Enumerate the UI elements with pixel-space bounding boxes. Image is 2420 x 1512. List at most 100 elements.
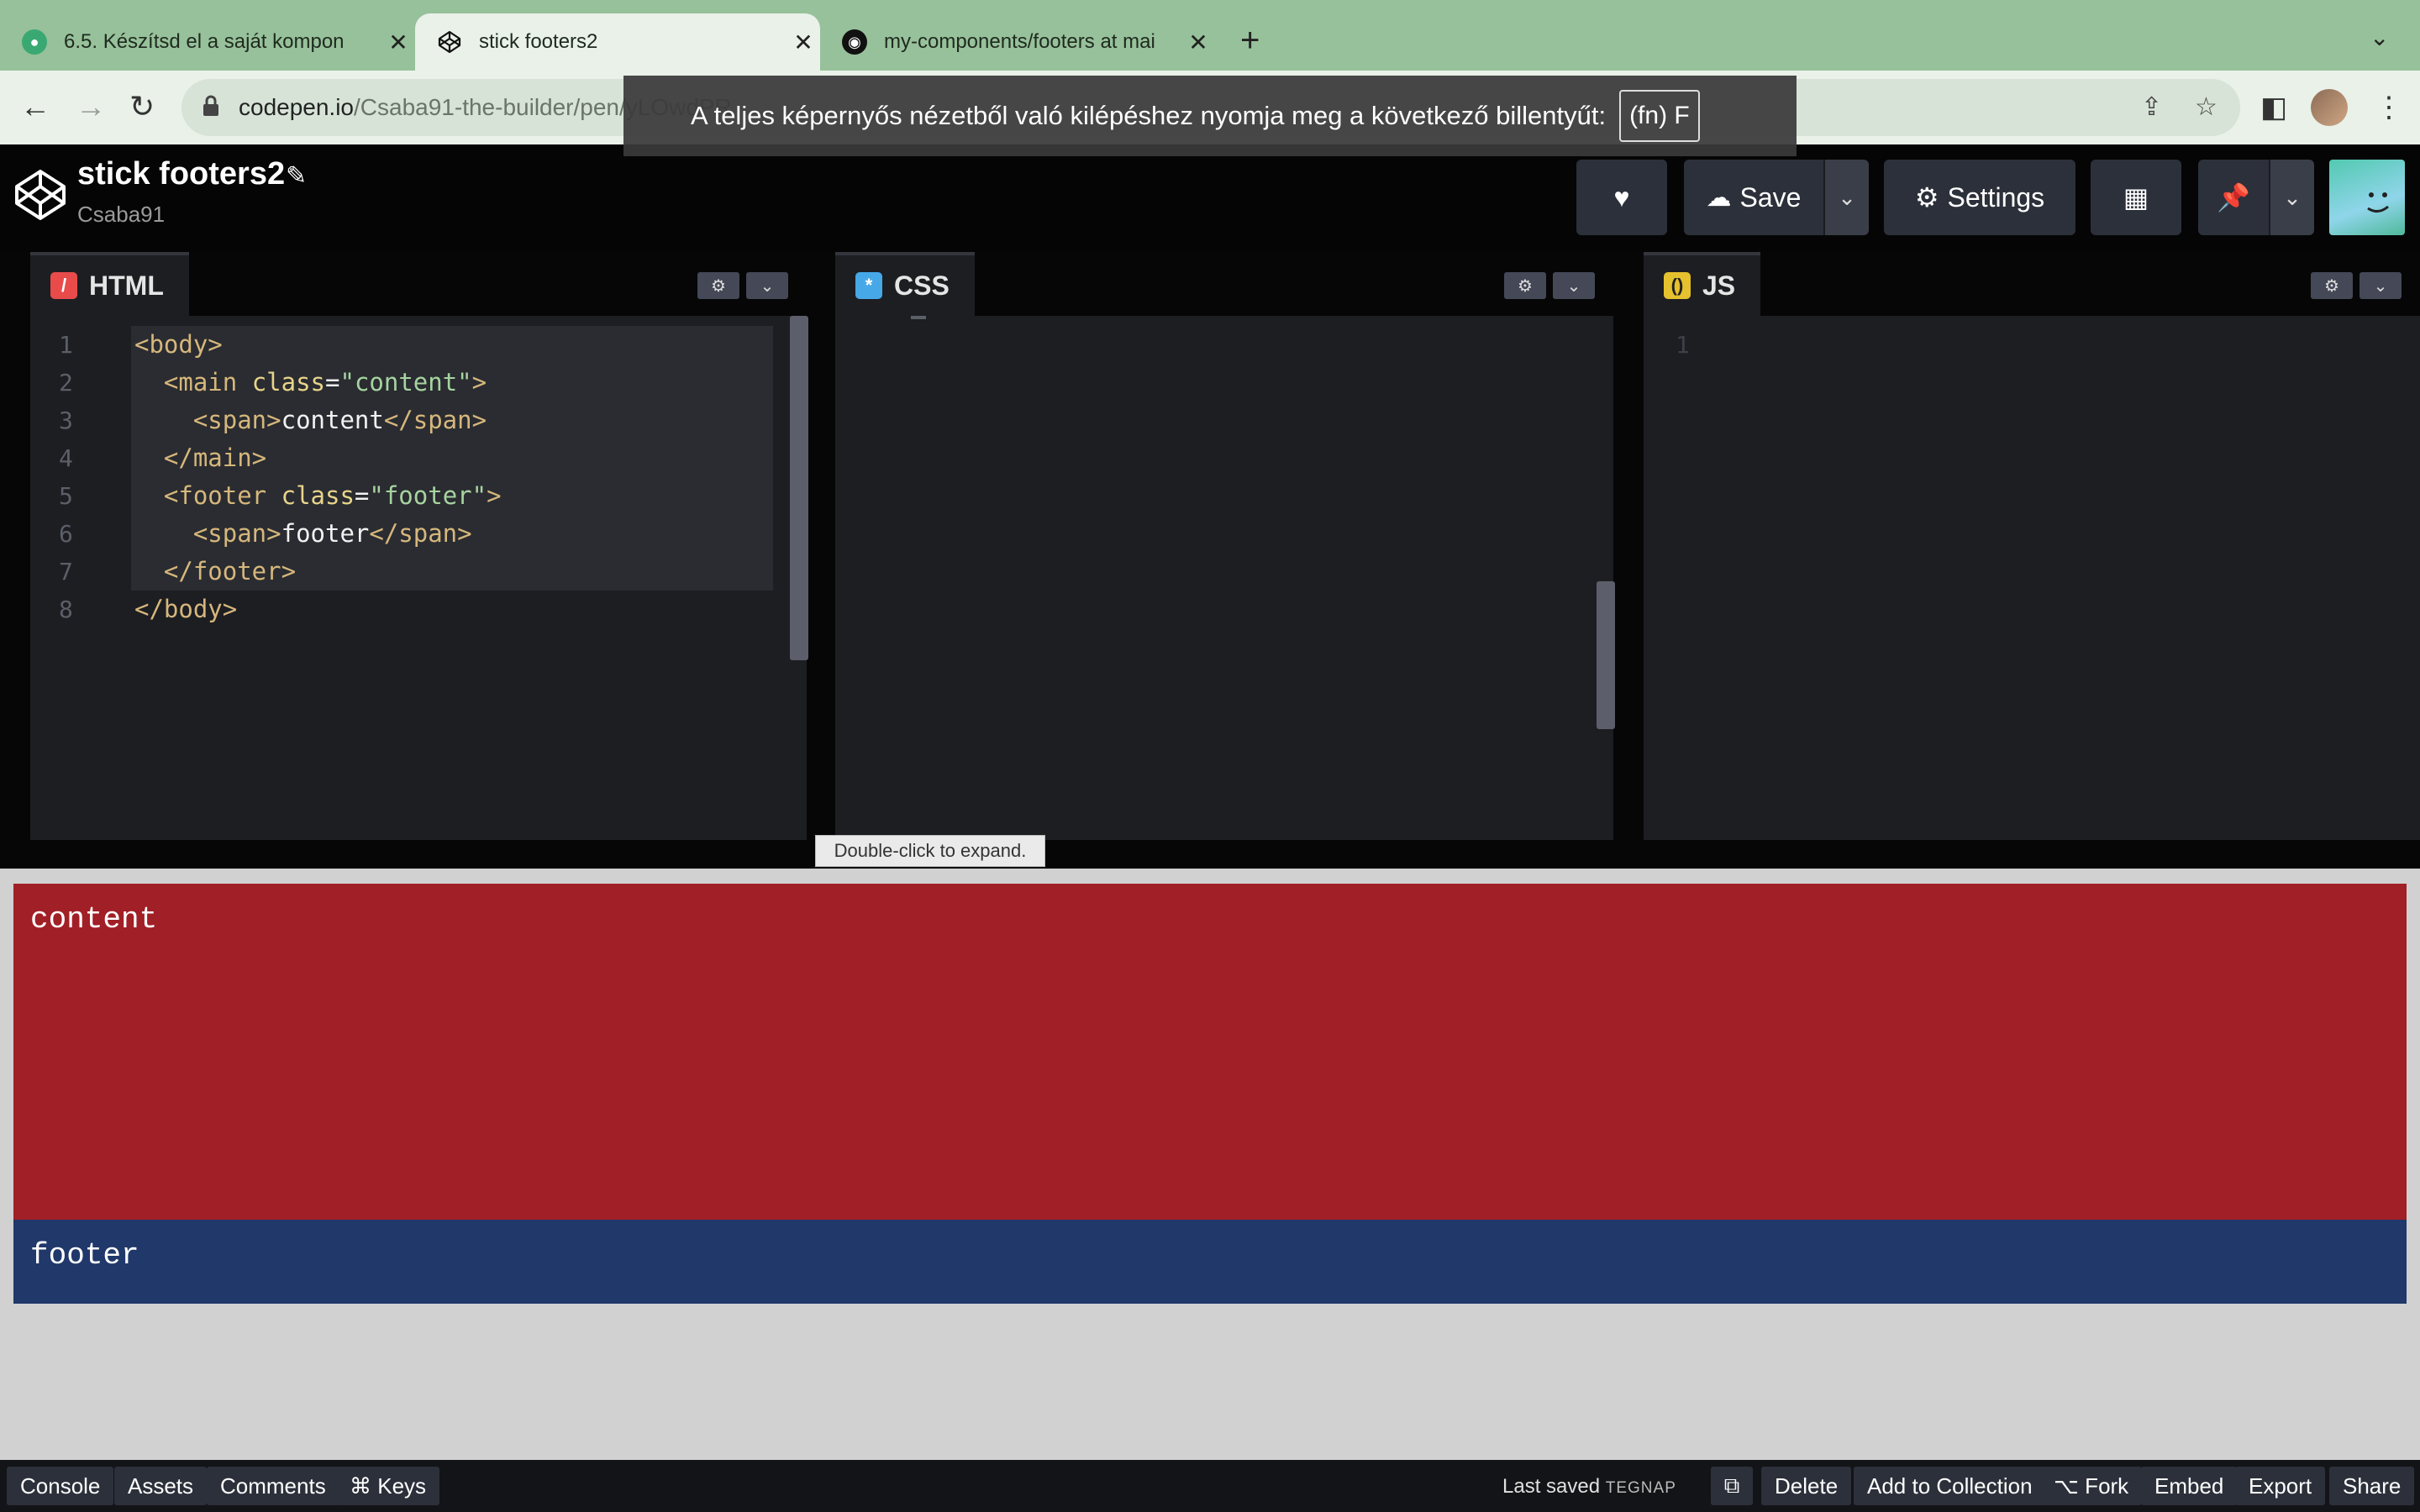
preview-resize-handle[interactable]: [0, 840, 2420, 869]
css-collapse-chevron-icon[interactable]: ⌄: [1553, 272, 1595, 299]
pin-options-chevron-icon[interactable]: ⌄: [2269, 160, 2314, 235]
embed-button[interactable]: Embed: [2141, 1467, 2238, 1505]
css-asterisk-icon: *: [855, 272, 882, 299]
user-avatar[interactable]: [2329, 160, 2405, 235]
fullscreen-exit-notice: A teljes képernyős nézetből való kilépés…: [623, 76, 1797, 156]
back-arrow-icon[interactable]: ←: [20, 89, 50, 124]
js-settings-gear-icon[interactable]: ⚙: [2311, 272, 2353, 299]
gear-icon: ⚙: [1914, 182, 1939, 213]
css-scrollbar[interactable]: [1597, 581, 1615, 729]
delete-button[interactable]: Delete: [1761, 1467, 1852, 1505]
code-line: <body>: [134, 330, 223, 359]
pin-button[interactable]: 📌: [2198, 160, 2269, 235]
fullscreen-notice-text: A teljes képernyős nézetből való kilépés…: [691, 101, 1607, 130]
js-editor-tab[interactable]: () JS: [1644, 252, 1761, 316]
codepen-favicon-icon: [437, 29, 462, 55]
result-preview[interactable]: content footer: [0, 869, 2420, 1460]
html-collapse-chevron-icon[interactable]: ⌄: [746, 272, 788, 299]
css-settings-gear-icon[interactable]: ⚙: [1504, 272, 1546, 299]
line-number: 1: [1676, 331, 1690, 359]
browser-tab-course[interactable]: ● 6.5. Készítsd el a saját kompon ✕: [0, 13, 415, 71]
pen-author[interactable]: Csaba91: [77, 202, 165, 228]
cloud-icon: ☁: [1706, 183, 1732, 212]
site-favicon-icon: ●: [22, 29, 47, 55]
bookmark-star-icon[interactable]: ☆: [2195, 92, 2217, 122]
preview-footer-block: footer: [13, 1220, 2407, 1304]
last-saved-label: Last saved: [1502, 1475, 1601, 1498]
browser-tab-bar: ● 6.5. Készítsd el a saját kompon ✕ stic…: [0, 0, 2420, 71]
js-editor-header: () JS ⚙ ⌄: [1644, 252, 2420, 316]
tab-title: my-components/footers at mai: [884, 30, 1155, 53]
side-panel-icon[interactable]: ◧: [2260, 91, 2287, 124]
code-line: </footer>: [163, 557, 297, 585]
tab-search-chevron-icon[interactable]: ⌄: [2370, 24, 2389, 51]
close-tab-icon[interactable]: ✕: [381, 29, 415, 56]
codepen-bottom-bar: Console Assets Comments ⌘ Keys Last save…: [0, 1460, 2420, 1512]
github-icon: ◉: [842, 29, 867, 55]
css-editor-label: CSS: [894, 270, 950, 301]
save-button[interactable]: ☁ Save: [1684, 160, 1823, 235]
html-scrollbar[interactable]: [790, 316, 808, 660]
html-editor-tab[interactable]: / HTML: [30, 252, 189, 316]
js-code-area[interactable]: 1: [1644, 316, 2420, 840]
html-code-area[interactable]: 1 2 3 4 5 6 7 8 <body> <main class="cont…: [30, 316, 808, 840]
open-external-icon[interactable]: ⧉: [1711, 1467, 1753, 1505]
fork-button[interactable]: ⌥ Fork: [2040, 1467, 2143, 1505]
fullscreen-key-hint: (fn) F: [1619, 90, 1700, 142]
share-page-icon[interactable]: ⇪: [2141, 92, 2162, 122]
line-number: 3: [59, 407, 73, 434]
line-number: 2: [59, 369, 73, 396]
save-options-chevron-icon[interactable]: ⌄: [1823, 160, 1869, 235]
line-number-gutter: 1 2 3 4 5 6 7 8: [30, 326, 118, 628]
heart-button[interactable]: ♥: [1576, 160, 1667, 235]
line-number: 6: [59, 520, 73, 548]
html-editor-header: / HTML ⚙ ⌄: [30, 252, 807, 316]
html-settings-gear-icon[interactable]: ⚙: [697, 272, 739, 299]
heart-icon: ♥: [1613, 181, 1630, 213]
browser-tab-codepen[interactable]: stick footers2 ✕: [415, 13, 820, 71]
browser-tab-github[interactable]: ◉ my-components/footers at mai ✕: [820, 13, 1215, 71]
close-tab-icon[interactable]: ✕: [1181, 29, 1215, 56]
css-cursor-mark: [911, 316, 926, 319]
keys-button[interactable]: ⌘ Keys: [336, 1467, 440, 1505]
css-editor[interactable]: * CSS ⚙ ⌄: [835, 252, 1615, 840]
html-code[interactable]: <body> <main class="content"> <span>cont…: [134, 326, 502, 628]
line-number: 1: [59, 331, 73, 359]
assets-button[interactable]: Assets: [114, 1467, 208, 1505]
comments-button[interactable]: Comments: [207, 1467, 339, 1505]
code-line: </body>: [134, 595, 238, 623]
css-code-area[interactable]: [835, 316, 1615, 840]
line-number: 4: [59, 444, 73, 472]
close-tab-icon[interactable]: ✕: [786, 29, 820, 56]
browser-menu-icon[interactable]: ⋮: [2375, 91, 2403, 124]
last-saved-status: Last saved TEGNAP: [1502, 1475, 1676, 1499]
lock-icon: [203, 95, 218, 116]
codepen-logo-icon[interactable]: [13, 168, 67, 222]
settings-label: Settings: [1947, 181, 2045, 213]
html-slash-icon: /: [50, 272, 77, 299]
code-line: <span>content</span>: [192, 406, 487, 434]
preview-footer-text: footer: [30, 1238, 139, 1273]
html-editor[interactable]: / HTML ⚙ ⌄ 1 2 3 4 5 6 7 8 <body> <main …: [30, 252, 808, 840]
add-to-collection-button[interactable]: Add to Collection: [1854, 1467, 2046, 1505]
css-editor-header: * CSS ⚙ ⌄: [835, 252, 1613, 316]
export-button[interactable]: Export: [2235, 1467, 2326, 1505]
pen-title[interactable]: stick footers2: [77, 156, 285, 192]
edit-title-pencil-icon[interactable]: ✎: [286, 161, 307, 191]
save-label: Save: [1739, 181, 1802, 213]
line-number: 8: [59, 596, 73, 623]
share-button[interactable]: Share: [2329, 1467, 2415, 1505]
css-editor-tab[interactable]: * CSS: [835, 252, 975, 316]
preview-content-text: content: [30, 902, 158, 937]
reload-icon[interactable]: ↻: [129, 89, 155, 124]
js-editor[interactable]: () JS ⚙ ⌄ 1: [1644, 252, 2420, 840]
profile-avatar[interactable]: [2311, 89, 2348, 126]
settings-button[interactable]: ⚙ Settings: [1884, 160, 2075, 235]
console-button[interactable]: Console: [7, 1467, 114, 1505]
forward-arrow-icon[interactable]: →: [76, 89, 106, 124]
new-tab-button[interactable]: +: [1240, 22, 1260, 60]
js-collapse-chevron-icon[interactable]: ⌄: [2360, 272, 2402, 299]
line-number: 5: [59, 482, 73, 510]
change-view-button[interactable]: ▦: [2091, 160, 2181, 235]
code-line: <span>footer</span>: [192, 519, 472, 548]
